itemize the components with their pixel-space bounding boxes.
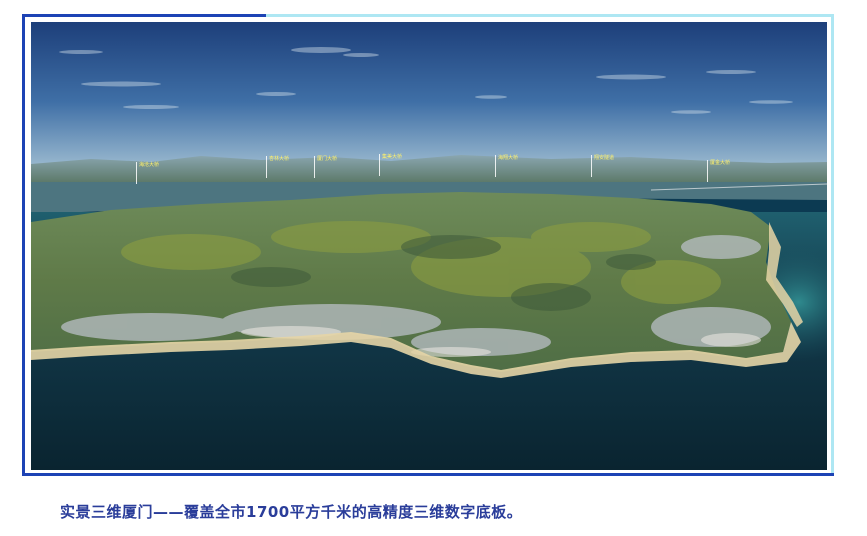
map-label: 海翔大桥 [495, 155, 518, 177]
aerial-3d-city-photo: 海沧大桥 杏林大桥 厦门大桥 集美大桥 海翔大桥 翔安隧道 厦金大桥 [31, 22, 827, 470]
map-label: 厦门大桥 [314, 156, 337, 178]
image-caption: 实景三维厦门——覆盖全市1700平方千米的高精度三维数字底板。 [60, 503, 523, 521]
map-label: 杏林大桥 [266, 156, 289, 178]
aerial-3d-city-model-image [31, 22, 827, 470]
map-label: 厦金大桥 [707, 160, 730, 182]
map-label: 集美大桥 [379, 154, 402, 176]
map-label: 翔安隧道 [591, 155, 614, 177]
frame-accent-left [22, 14, 25, 476]
frame-accent-top [22, 14, 266, 17]
map-label: 海沧大桥 [136, 162, 159, 184]
frame-accent-bottom [22, 473, 834, 476]
